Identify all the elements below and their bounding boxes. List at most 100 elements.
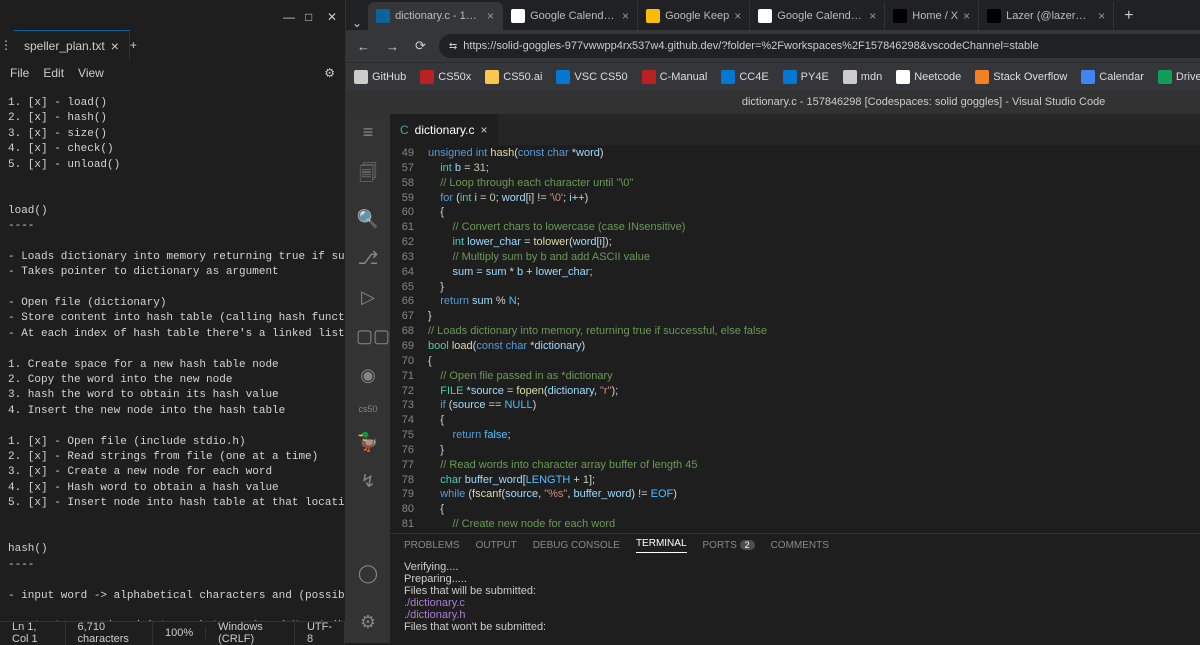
menu-file[interactable]: File [10,66,29,80]
close-tab-icon[interactable]: × [963,9,970,23]
site-settings-icon[interactable]: ⇆ [449,41,457,52]
back-icon[interactable]: ← [354,39,373,54]
left-tab-bar: ⋮⋮ speller_plan.txt × + [0,30,345,60]
bookmark-label: CS50.ai [503,71,542,83]
code-editor[interactable]: 4957585960616263646566676869707172737475… [390,146,1200,533]
close-icon[interactable]: ✕ [327,10,337,20]
minimize-icon[interactable]: — [283,10,293,20]
favicon-icon [511,9,525,23]
bookmark-label: C-Manual [660,71,708,83]
menu-edit[interactable]: Edit [43,66,64,80]
code-body[interactable]: unsigned int hash(const char *word) int … [424,146,1200,533]
close-tab-icon[interactable]: × [487,9,494,23]
left-status-bar: Ln 1, Col 1 6,710 characters 100% Window… [0,621,345,643]
browser-window: ⌄ dictionary.c - 157846×Google Calendar … [346,0,1200,643]
tab-label: Google Calendar - W [530,10,617,22]
editor-tab[interactable]: C dictionary.c × [390,114,498,145]
bookmark-favicon-icon [556,70,570,84]
menu-view[interactable]: View [78,66,104,80]
editor-area: C dictionary.c × style50 ◫ ⋯ 49575859606… [390,114,1200,643]
bookmark-item[interactable]: PY4E [783,70,829,84]
duck-icon[interactable]: 🦆 [356,432,380,453]
bookmark-favicon-icon [896,70,910,84]
panel-tab-output[interactable]: OUTPUT [476,540,517,551]
bookmark-label: CC4E [739,71,768,83]
reload-icon[interactable]: ⟳ [412,38,429,54]
bookmark-item[interactable]: mdn [843,70,882,84]
browser-tab[interactable]: Home / X× [885,2,979,30]
bookmark-favicon-icon [1081,70,1095,84]
panel-tab-terminal[interactable]: TERMINAL [636,538,687,553]
search-icon[interactable]: 🔍 [356,209,380,230]
left-text-editor: — □ ✕ ⋮⋮ speller_plan.txt × + File Edit … [0,0,346,643]
bookmark-favicon-icon [783,70,797,84]
new-browser-tab-button[interactable]: + [1114,2,1143,30]
bookmark-favicon-icon [642,70,656,84]
status-encoding[interactable]: UTF-8 [295,621,345,645]
tab-label: Google Calendar - Ta [777,10,864,22]
browser-tab[interactable]: Google Calendar - Ta × [750,2,885,30]
bookmark-item[interactable]: Calendar [1081,70,1144,84]
url-text: https://solid-goggles-977vwwpp4rx537w4.g… [463,40,1038,52]
new-tab-button[interactable]: + [130,38,137,52]
bookmark-item[interactable]: CS50.ai [485,70,542,84]
bookmark-item[interactable]: C-Manual [642,70,708,84]
forward-icon[interactable]: → [383,39,402,54]
source-control-icon[interactable]: ⎇ [356,248,380,269]
close-tab-icon[interactable]: × [734,9,741,23]
bookmark-item[interactable]: VSC CS50 [556,70,627,84]
status-position[interactable]: Ln 1, Col 1 [0,621,66,645]
bookmark-label: mdn [861,71,882,83]
bookmark-favicon-icon [975,70,989,84]
browser-tab[interactable]: dictionary.c - 157846 × [368,2,503,30]
left-text-content[interactable]: 1. [x] - load() 2. [x] - hash() 3. [x] -… [0,86,345,621]
browser-tab[interactable]: Google Calendar - W × [503,2,638,30]
panel-tab-debug[interactable]: DEBUG CONSOLE [533,540,620,551]
close-tab-icon[interactable]: × [869,9,876,23]
bookmark-favicon-icon [1158,70,1172,84]
favicon-icon [893,9,907,23]
status-zoom[interactable]: 100% [153,627,206,639]
file-tab-label: speller_plan.txt [24,39,105,53]
bookmark-label: Stack Overflow [993,71,1067,83]
accounts-icon[interactable]: ◯ [356,563,380,584]
url-bar[interactable]: ⇆ https://solid-goggles-977vwwpp4rx537w4… [439,34,1200,58]
bookmark-item[interactable]: GitHub [354,70,406,84]
editor-tab-label: dictionary.c [415,123,475,137]
browser-tab[interactable]: Lazer (@lazerXdev) /× [979,2,1114,30]
close-tab-icon[interactable]: × [1098,9,1105,23]
panel-tab-ports[interactable]: PORTS 2 [703,540,755,551]
bookmark-favicon-icon [721,70,735,84]
bookmark-item[interactable]: Drive [1158,70,1200,84]
bookmark-item[interactable]: Neetcode [896,70,961,84]
maximize-icon[interactable]: □ [305,10,315,20]
close-tab-icon[interactable]: × [111,38,119,54]
cs50-icon[interactable]: cs50 [356,404,380,414]
extensions-icon[interactable]: ▢▢ [356,326,380,347]
terminal-output[interactable]: Verifying....Preparing.....Files that wi… [390,557,1200,643]
menu-icon[interactable]: ≡ [356,122,380,143]
explorer-icon[interactable]: 🗐 [356,161,380,191]
left-file-tab[interactable]: speller_plan.txt × [14,30,130,60]
tab-label: dictionary.c - 157846 [395,10,482,22]
status-eol[interactable]: Windows (CRLF) [206,621,295,645]
bookmark-favicon-icon [354,70,368,84]
gear-icon[interactable]: ⚙ [324,66,335,80]
activity-bar: ≡ 🗐 🔍 ⎇ ▷ ▢▢ ◉ cs50 🦆 ↯ ◯ ⚙ [346,114,390,643]
panel-tab-problems[interactable]: PROBLEMS [404,540,460,551]
bookmark-item[interactable]: Stack Overflow [975,70,1067,84]
bookmark-label: VSC CS50 [574,71,627,83]
bookmark-item[interactable]: CS50x [420,70,471,84]
remote-icon[interactable]: ◉ [356,365,380,386]
browser-tab[interactable]: Google Keep× [638,2,750,30]
tab-dropdown-icon[interactable]: ⌄ [346,16,368,30]
run-debug-icon[interactable]: ▷ [356,287,380,308]
close-tab-icon[interactable]: × [480,123,487,137]
live-share-icon[interactable]: ↯ [356,471,380,492]
bookmark-favicon-icon [843,70,857,84]
close-tab-icon[interactable]: × [622,9,629,23]
panel-tab-comments[interactable]: COMMENTS [771,540,829,551]
bookmark-item[interactable]: CC4E [721,70,768,84]
settings-gear-icon[interactable]: ⚙ [356,612,380,633]
vscode-main: ≡ 🗐 🔍 ⎇ ▷ ▢▢ ◉ cs50 🦆 ↯ ◯ ⚙ C dictionary… [346,114,1200,643]
